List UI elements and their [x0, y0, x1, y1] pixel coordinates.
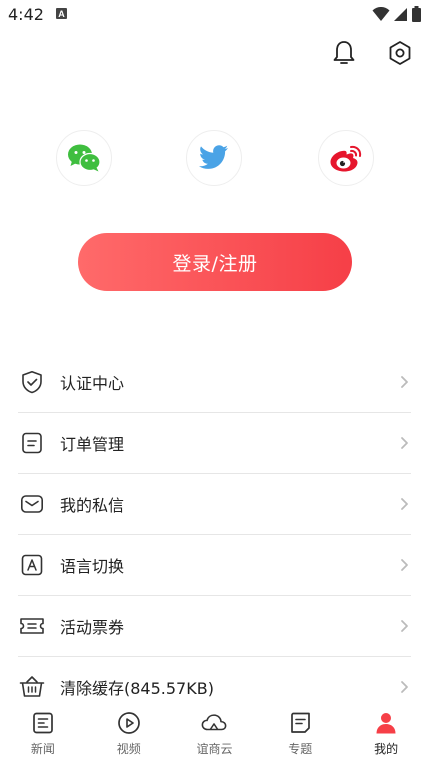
nav-tab-cloud[interactable]: 谊商云: [172, 702, 258, 762]
topic-icon: [287, 710, 313, 736]
twitter-icon: [199, 145, 228, 169]
wechat-icon: [68, 144, 101, 172]
wechat-login-button[interactable]: [56, 130, 112, 186]
menu-item-private-messages[interactable]: 我的私信: [18, 474, 411, 535]
language-icon: [19, 552, 45, 578]
nav-tab-label: 我的: [374, 742, 399, 756]
chevron-right-icon: [401, 437, 408, 449]
signal-icon: [394, 7, 407, 21]
bell-icon: [333, 41, 355, 64]
status-icons: [372, 6, 421, 22]
status-bar: 4:42 A: [0, 0, 429, 30]
menu-item-verification-center[interactable]: 认证中心: [18, 352, 411, 413]
login-register-button[interactable]: 登录/注册: [78, 233, 352, 291]
cloud-icon: [201, 710, 227, 736]
top-actions: [329, 38, 415, 68]
menu-item-order-management[interactable]: 订单管理: [18, 413, 411, 474]
profile-icon: [373, 710, 399, 736]
a-notification-letter: A: [58, 9, 65, 19]
status-time: 4:42: [8, 5, 44, 24]
chevron-right-icon: [401, 498, 408, 510]
menu-item-label: 我的私信: [60, 496, 125, 515]
nav-tab-profile[interactable]: 我的: [343, 702, 429, 762]
chevron-right-icon: [401, 681, 408, 693]
mail-icon: [19, 491, 45, 517]
shield-check-icon: [19, 369, 45, 395]
wifi-icon: [372, 6, 390, 21]
nav-tab-topic[interactable]: 专题: [257, 702, 343, 762]
menu-item-label: 订单管理: [60, 435, 125, 454]
ticket-icon: [19, 613, 45, 639]
settings-menu-list: 认证中心 订单管理 我的私信 语言切换 活动票券 清除缓存(845.57KB): [18, 352, 411, 717]
chevron-right-icon: [401, 620, 408, 632]
twitter-login-button[interactable]: [186, 130, 242, 186]
nav-tab-news[interactable]: 新闻: [0, 702, 86, 762]
video-icon: [116, 710, 142, 736]
battery-icon: [412, 6, 421, 22]
bottom-navigation: 新闻 视频 谊商云 专题 我的: [0, 702, 429, 762]
weibo-icon: [330, 145, 362, 172]
social-login-row: [0, 130, 429, 186]
chevron-right-icon: [401, 559, 408, 571]
chevron-right-icon: [401, 376, 408, 388]
nav-tab-video[interactable]: 视频: [86, 702, 172, 762]
order-doc-icon: [19, 430, 45, 456]
nav-tab-label: 谊商云: [196, 742, 233, 756]
basket-icon: [19, 674, 45, 700]
settings-hex-icon: [389, 41, 411, 65]
nav-tab-label: 新闻: [30, 742, 55, 756]
menu-item-label: 活动票券: [60, 618, 125, 637]
menu-item-label: 语言切换: [60, 557, 125, 576]
nav-tab-label: 专题: [288, 742, 313, 756]
weibo-login-button[interactable]: [318, 130, 374, 186]
nav-tab-label: 视频: [116, 742, 141, 756]
a-notification-icon: A: [56, 8, 67, 19]
menu-item-event-tickets[interactable]: 活动票券: [18, 596, 411, 657]
news-icon: [30, 710, 56, 736]
menu-item-label: 清除缓存(845.57KB): [60, 679, 214, 698]
menu-item-label: 认证中心: [60, 374, 125, 393]
notifications-button[interactable]: [329, 38, 359, 68]
menu-item-language-switch[interactable]: 语言切换: [18, 535, 411, 596]
settings-button[interactable]: [385, 38, 415, 68]
